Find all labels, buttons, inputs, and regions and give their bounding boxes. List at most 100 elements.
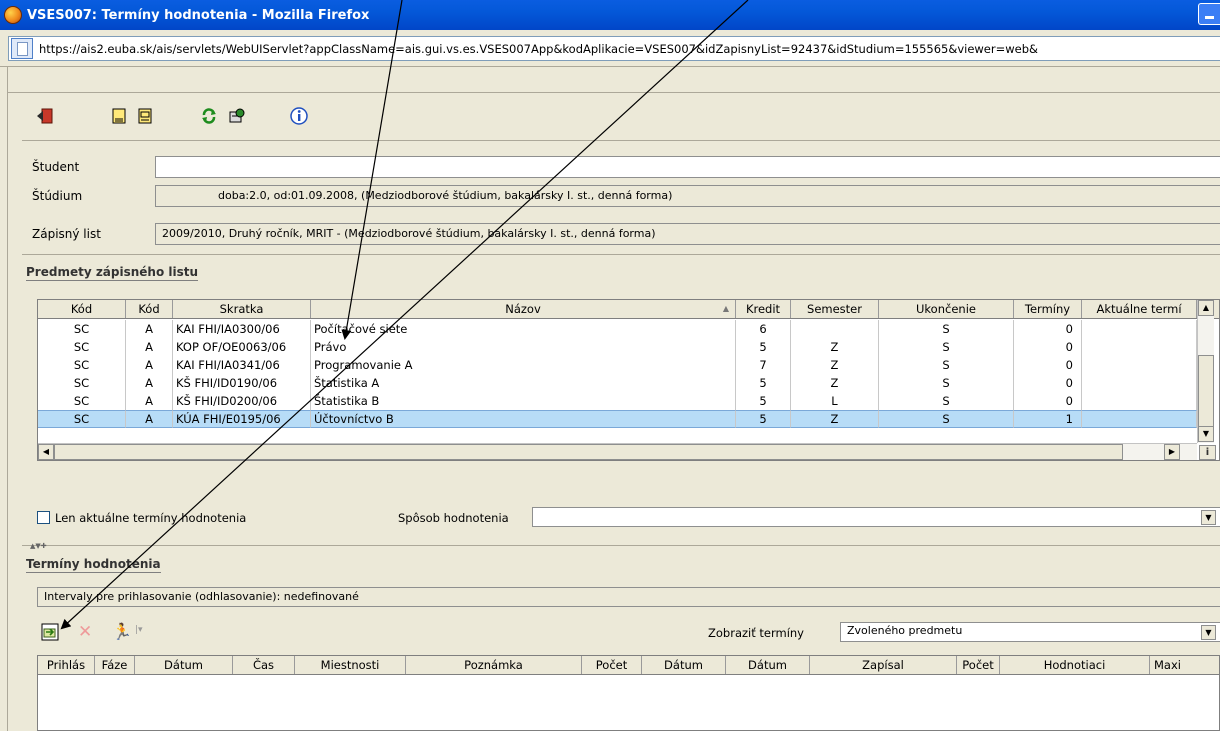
col-kredit[interactable]: Kredit — [736, 300, 791, 318]
col-datum2[interactable]: Dátum — [642, 656, 726, 674]
cell-aktualne — [1082, 356, 1197, 374]
document-icon[interactable] — [108, 105, 130, 127]
cell-kod1: SC — [38, 410, 126, 428]
scroll-left-icon[interactable]: ◀ — [38, 444, 54, 460]
cell-kredit: 6 — [736, 320, 791, 338]
interval-info-text: Intervaly pre prihlasovanie (odhlasovani… — [44, 590, 359, 603]
cell-terminy: 0 — [1014, 356, 1082, 374]
col-maxi[interactable]: Maxi — [1150, 656, 1219, 674]
splitter-arrows-icon[interactable]: ▲▼✚ — [30, 542, 47, 550]
predmety-table[interactable]: Kód Kód Skratka Názov ▲ Kredit Semester … — [37, 299, 1220, 461]
table-row[interactable]: SC A KAI FHI/IA0341/06 Programovanie A7ZS0 — [38, 356, 1197, 374]
cell-aktualne — [1082, 338, 1197, 356]
zobrazit-terminy-select[interactable]: Zvoleného predmetu ▼ — [840, 622, 1220, 642]
runner-dropdown-icon[interactable]: |▾ — [135, 625, 143, 635]
cell-skratka: KOP OF/OE0063/06 — [173, 338, 311, 356]
cell-aktualne — [1082, 392, 1197, 410]
table-row[interactable]: SC A KÚA FHI/E0195/06 Účtovníctvo B5ZS1 — [38, 410, 1197, 428]
chevron-down-icon[interactable]: ▼ — [1201, 510, 1216, 525]
url-field[interactable]: https://ais2.euba.sk/ais/servlets/WebUIS… — [8, 36, 1220, 61]
scroll-up-icon[interactable]: ▲ — [1198, 300, 1214, 316]
window-title: VSES007: Termíny hodnotenia - Mozilla Fi… — [27, 7, 370, 23]
col-kod1[interactable]: Kód — [38, 300, 126, 318]
cell-aktualne — [1082, 320, 1197, 338]
cell-semester: L — [791, 392, 879, 410]
col-pocet[interactable]: Počet — [582, 656, 642, 674]
cell-terminy: 0 — [1014, 392, 1082, 410]
runner-icon[interactable]: 🏃 — [112, 622, 132, 641]
aktualne-terminy-checkbox[interactable] — [37, 511, 50, 524]
predmety-hscrollbar[interactable]: ◀ ▶ — [38, 443, 1197, 460]
col-skratka[interactable]: Skratka — [173, 300, 311, 318]
col-terminy[interactable]: Termíny — [1014, 300, 1082, 318]
refresh-icon[interactable] — [198, 105, 220, 127]
column-info-icon[interactable]: i — [1199, 445, 1216, 460]
col-miestnosti[interactable]: Miestnosti — [295, 656, 406, 674]
minimize-button[interactable] — [1198, 3, 1220, 25]
col-poznamka[interactable]: Poznámka — [406, 656, 582, 674]
cell-semester: Z — [791, 410, 879, 428]
document-print-icon[interactable] — [134, 105, 156, 127]
app-window: Študent Štúdium doba:2.0, od:01.09.2008,… — [0, 67, 1220, 731]
interval-info-field: Intervaly pre prihlasovanie (odhlasovani… — [37, 587, 1220, 607]
col-datum[interactable]: Dátum — [135, 656, 233, 674]
panel-splitter[interactable]: ▲▼✚ — [22, 542, 1220, 550]
toolbar-separator — [8, 92, 1220, 93]
url-text: https://ais2.euba.sk/ais/servlets/WebUIS… — [39, 41, 1038, 56]
delete-icon[interactable]: ✕ — [78, 622, 92, 642]
info-icon[interactable] — [288, 105, 310, 127]
tools-icon[interactable] — [226, 105, 248, 127]
zapisny-list-field: 2009/2010, Druhý ročník, MRIT - (Medziod… — [155, 223, 1220, 245]
sposob-hodnotenia-select[interactable]: ▼ — [532, 507, 1220, 527]
col-datum3[interactable]: Dátum — [726, 656, 810, 674]
cell-nazov: Štatistika A — [311, 374, 736, 392]
col-semester[interactable]: Semester — [791, 300, 879, 318]
cell-ukoncenie: S — [879, 356, 1014, 374]
scroll-thumb[interactable] — [1198, 355, 1214, 427]
cell-terminy: 0 — [1014, 374, 1082, 392]
cell-kod1: SC — [38, 338, 126, 356]
cell-kredit: 5 — [736, 392, 791, 410]
terminy-table[interactable]: Prihlás Fáze Dátum Čas Miestnosti Poznám… — [37, 655, 1220, 731]
cell-skratka: KÚA FHI/E0195/06 — [173, 410, 311, 428]
predmety-table-header: Kód Kód Skratka Názov ▲ Kredit Semester … — [38, 300, 1219, 319]
page-icon — [11, 38, 33, 59]
table-row[interactable]: SC A KOP OF/OE0063/06 Právo 5 Z S 0 — [38, 338, 1197, 356]
cell-kredit: 7 — [736, 356, 791, 374]
scroll-down-icon[interactable]: ▼ — [1198, 426, 1214, 442]
cell-kod1: SC — [38, 356, 126, 374]
table-row[interactable]: SC A KŠ FHI/ID0200/06 Štatistika B5LS0 — [38, 392, 1197, 410]
predmety-vscrollbar[interactable]: ▲ ▼ — [1197, 300, 1214, 443]
col-pocet2[interactable]: Počet — [957, 656, 1000, 674]
col-hodnotiaci[interactable]: Hodnotiaci — [1000, 656, 1150, 674]
terminy-table-header: Prihlás Fáze Dátum Čas Miestnosti Poznám… — [38, 656, 1219, 675]
col-ukoncenie[interactable]: Ukončenie — [879, 300, 1014, 318]
col-prihlas[interactable]: Prihlás — [38, 656, 95, 674]
cell-semester: Z — [791, 338, 879, 356]
address-bar: https://ais2.euba.sk/ais/servlets/WebUIS… — [0, 30, 1220, 67]
cell-kod1: SC — [38, 392, 126, 410]
add-termin-icon[interactable] — [41, 623, 59, 641]
col-cas[interactable]: Čas — [233, 656, 295, 674]
col-aktualne[interactable]: Aktuálne termí — [1082, 300, 1197, 318]
cell-skratka: KAI FHI/IA0341/06 — [173, 356, 311, 374]
studium-value: doba:2.0, od:01.09.2008, (Medziodborové … — [218, 189, 673, 202]
exit-icon[interactable] — [34, 105, 56, 127]
zobrazit-terminy-label: Zobraziť termíny — [708, 626, 804, 640]
table-row[interactable]: SC A KAI FHI/IA0300/06 Počítačové siete 6 S 0 — [38, 320, 1197, 338]
cell-kod2: A — [126, 320, 173, 338]
cell-skratka: KŠ FHI/ID0190/06 — [173, 374, 311, 392]
col-kod2[interactable]: Kód — [126, 300, 173, 318]
aktualne-terminy-label: Len aktuálne termíny hodnotenia — [55, 511, 247, 525]
chevron-down-icon[interactable]: ▼ — [1201, 625, 1216, 640]
scroll-right-icon[interactable]: ▶ — [1164, 444, 1180, 460]
cell-skratka: KAI FHI/IA0300/06 — [173, 320, 311, 338]
col-zapisal[interactable]: Zapísal — [810, 656, 957, 674]
window-titlebar: VSES007: Termíny hodnotenia - Mozilla Fi… — [0, 0, 1220, 30]
table-row[interactable]: SC A KŠ FHI/ID0190/06 Štatistika A5ZS0 — [38, 374, 1197, 392]
hscroll-thumb[interactable] — [54, 444, 1123, 460]
cell-ukoncenie: S — [879, 374, 1014, 392]
col-nazov[interactable]: Názov ▲ — [311, 300, 736, 318]
cell-ukoncenie: S — [879, 320, 1014, 338]
col-faza[interactable]: Fáze — [95, 656, 135, 674]
